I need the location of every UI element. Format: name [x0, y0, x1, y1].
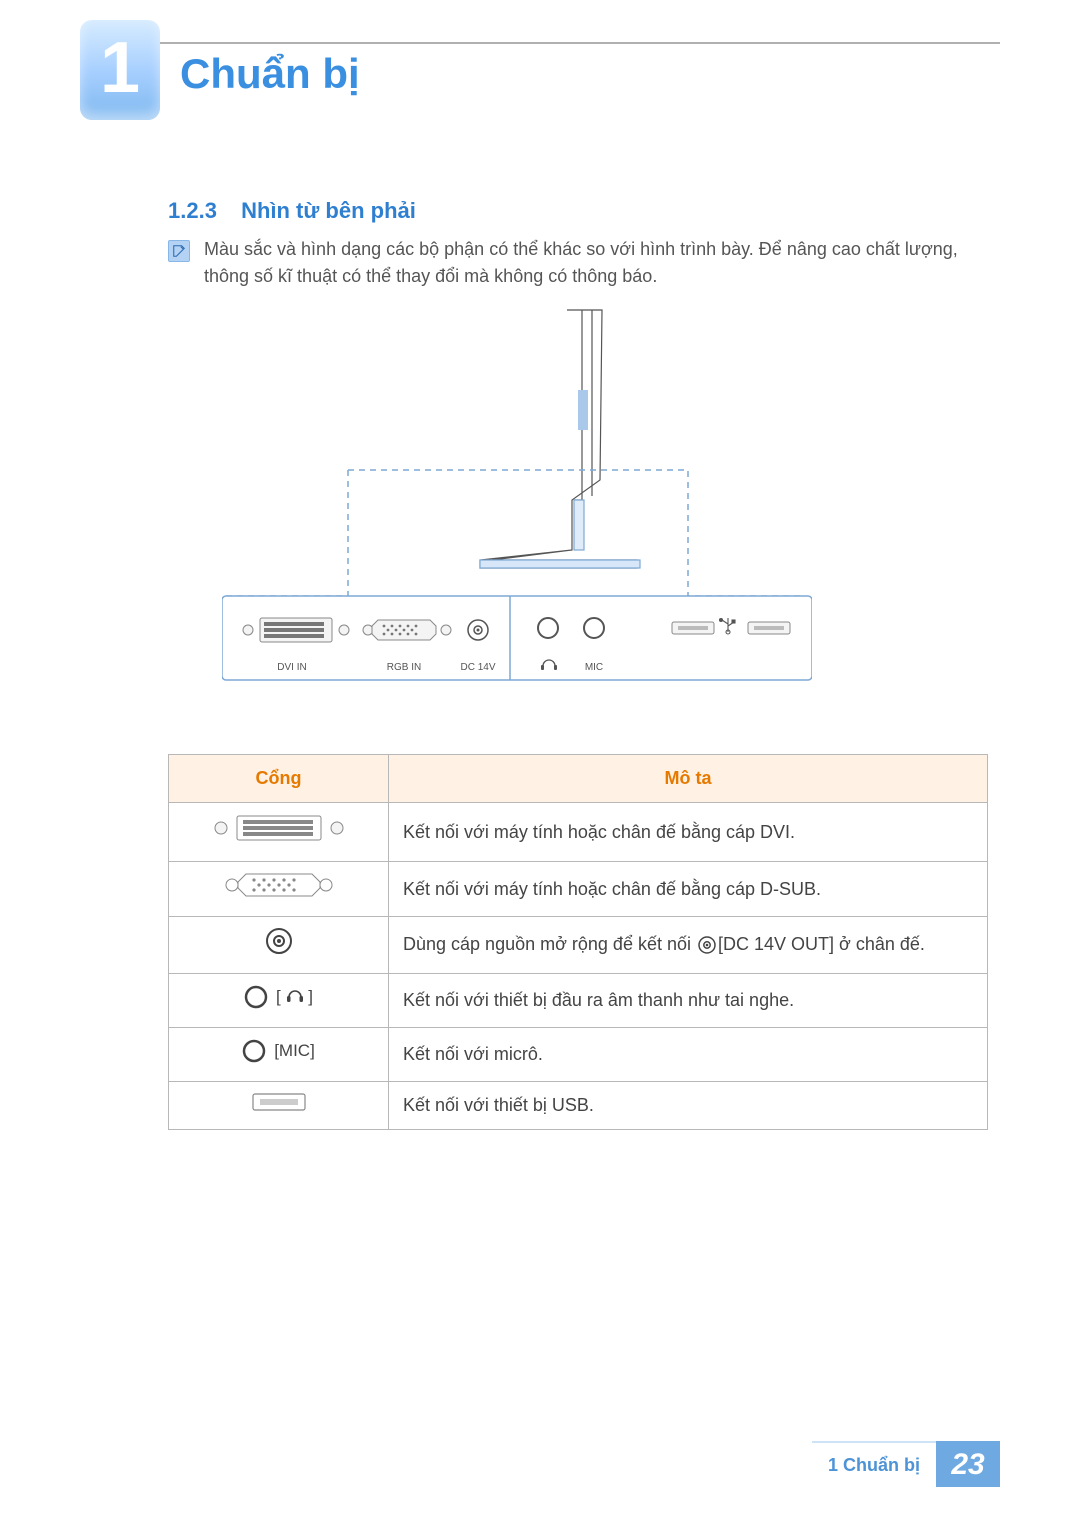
table-row: Kết nối với máy tính hoặc chân đế bằng c… [169, 862, 988, 917]
product-diagram: DVI IN RGB IN DC 14V MIC [222, 300, 812, 725]
footer: 1 Chuẩn bị 23 [80, 1441, 1000, 1487]
port-icon-dsub [169, 862, 389, 917]
desc-mic: Kết nối với micrô. [389, 1027, 988, 1081]
th-port: Cổng [169, 755, 389, 803]
port-icon-headphone: [ ] [169, 974, 389, 1028]
desc-dsub: Kết nối với máy tính hoặc chân đế bằng c… [389, 862, 988, 917]
desc-dvi: Kết nối với máy tính hoặc chân đế bằng c… [389, 803, 988, 862]
label-mic: MIC [585, 662, 603, 673]
table-row: Dùng cáp nguồn mở rộng để kết nối [DC 14… [169, 917, 988, 974]
desc-usb: Kết nối với thiết bị USB. [389, 1081, 988, 1129]
chapter-title: Chuẩn bị [180, 42, 360, 105]
port-icon-dc [169, 917, 389, 974]
table-row: [MIC] Kết nối với micrô. [169, 1027, 988, 1081]
ports-table: Cổng Mô ta Kết nối với máy tính hoặc châ… [168, 754, 988, 1130]
note-block: Màu sắc và hình dạng các bộ phận có thể … [168, 236, 990, 290]
dc-inline-icon [698, 932, 716, 959]
section-number: 1.2.3 [168, 198, 217, 223]
desc-dc: Dùng cáp nguồn mở rộng để kết nối [DC 14… [389, 917, 988, 974]
footer-label: 1 Chuẩn bị [812, 1441, 936, 1487]
table-row: Kết nối với máy tính hoặc chân đế bằng c… [169, 803, 988, 862]
desc-hp: Kết nối với thiết bị đầu ra âm thanh như… [389, 974, 988, 1028]
table-row: [ ] Kết nối với thiết bị đầu ra âm thanh… [169, 974, 988, 1028]
label-dvi-in: DVI IN [277, 662, 306, 673]
footer-page-number: 23 [936, 1441, 1000, 1487]
section-heading: 1.2.3 Nhìn từ bên phải [168, 194, 416, 227]
note-icon [168, 240, 190, 262]
table-row: Kết nối với thiết bị USB. [169, 1081, 988, 1129]
label-rgb-in: RGB IN [387, 662, 421, 673]
chapter-number-badge: 1 [80, 20, 160, 120]
section-title: Nhìn từ bên phải [241, 198, 416, 223]
port-icon-mic: [MIC] [169, 1027, 389, 1081]
port-icon-usb [169, 1081, 389, 1129]
note-text: Màu sắc và hình dạng các bộ phận có thể … [204, 236, 990, 290]
port-icon-dvi [169, 803, 389, 862]
th-desc: Mô ta [389, 755, 988, 803]
label-dc: DC 14V [460, 662, 495, 673]
